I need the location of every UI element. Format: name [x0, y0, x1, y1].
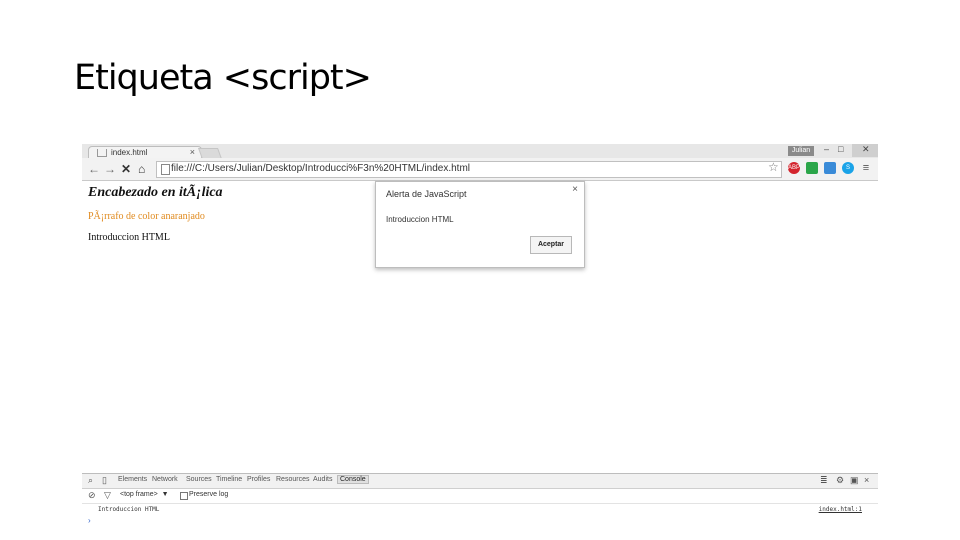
dock-icon[interactable]: ▣ [850, 475, 859, 486]
accept-button[interactable]: Aceptar [530, 236, 572, 254]
home-icon[interactable]: ⌂ [138, 162, 145, 176]
forward-icon[interactable]: → [104, 162, 116, 176]
page-icon [161, 164, 170, 175]
close-icon: ✕ [862, 144, 870, 154]
drawer-icon[interactable]: ≣ [820, 475, 828, 486]
address-bar[interactable]: file:///C:/Users/Julian/Desktop/Introduc… [156, 161, 782, 178]
console-toolbar: ⊘ ▽ <top frame> ▼ Preserve log [82, 489, 878, 504]
search-icon[interactable]: ⌕ [88, 475, 93, 486]
extension-icon[interactable] [824, 162, 836, 174]
user-badge[interactable]: Julian [788, 146, 814, 156]
frame-selector[interactable]: <top frame> ▼ [120, 491, 169, 498]
skype-icon[interactable]: S [842, 162, 854, 174]
alert-title: Alerta de JavaScript [386, 189, 467, 199]
filter-icon[interactable]: ▽ [104, 490, 111, 501]
plain-paragraph: Introduccion HTML [88, 232, 170, 243]
window-close-button[interactable]: ✕ [852, 144, 878, 157]
back-icon[interactable]: ← [88, 162, 100, 176]
page-content: Encabezado en itÃ¡lica PÃ¡rrafo de color… [82, 181, 878, 473]
tab-close-icon[interactable]: × [190, 147, 195, 157]
address-text: file:///C:/Users/Julian/Desktop/Introduc… [171, 163, 471, 174]
tab-audits[interactable]: Audits [313, 476, 332, 483]
minimize-icon[interactable]: – [824, 144, 829, 154]
stop-icon[interactable]: ✕ [121, 162, 131, 176]
devtools-tabs: ⌕ ▯ Elements Network Sources Timeline Pr… [82, 474, 878, 489]
menu-icon[interactable]: ≡ [860, 162, 872, 174]
adblock-icon[interactable]: ABP [788, 162, 800, 174]
alert-message: Introduccion HTML [386, 215, 454, 224]
page-heading: Encabezado en itÃ¡lica [88, 185, 223, 200]
alert-close-icon[interactable]: × [572, 184, 578, 195]
tab-sources[interactable]: Sources [186, 476, 212, 483]
slide-title: Etiqueta <script> [74, 58, 372, 98]
tab-resources[interactable]: Resources [276, 476, 309, 483]
clear-console-icon[interactable]: ⊘ [88, 490, 96, 501]
orange-paragraph: PÃ¡rrafo de color anaranjado [88, 211, 205, 222]
preserve-log-label: Preserve log [189, 491, 229, 498]
browser-window: index.html × Julian – □ ✕ ← → ✕ ⌂ file:/… [82, 144, 878, 534]
console-log-source-link[interactable]: index.html:1 [819, 506, 862, 513]
tab-label: index.html [111, 148, 148, 157]
tab-timeline[interactable]: Timeline [216, 476, 242, 483]
console-prompt[interactable]: › [88, 516, 91, 525]
tab-profiles[interactable]: Profiles [247, 476, 270, 483]
devtools-close-icon[interactable]: × [864, 475, 869, 485]
tab-network[interactable]: Network [152, 476, 178, 483]
device-icon[interactable]: ▯ [102, 475, 107, 486]
tab-console[interactable]: Console [337, 475, 369, 484]
javascript-alert-dialog: Alerta de JavaScript × Introduccion HTML… [375, 181, 585, 268]
console-log-message: Introduccion HTML [98, 506, 160, 513]
bookmark-star-icon[interactable]: ☆ [768, 160, 779, 174]
file-icon [97, 149, 107, 157]
browser-toolbar: ← → ✕ ⌂ file:///C:/Users/Julian/Desktop/… [82, 158, 878, 181]
maximize-icon[interactable]: □ [838, 144, 843, 154]
gear-icon[interactable]: ⚙ [836, 475, 844, 486]
title-bar: index.html × Julian – □ ✕ [82, 144, 878, 159]
preserve-log-checkbox[interactable] [180, 492, 188, 500]
devtools-panel: ⌕ ▯ Elements Network Sources Timeline Pr… [82, 473, 878, 534]
tab-elements[interactable]: Elements [118, 476, 147, 483]
edit-icon[interactable] [806, 162, 818, 174]
